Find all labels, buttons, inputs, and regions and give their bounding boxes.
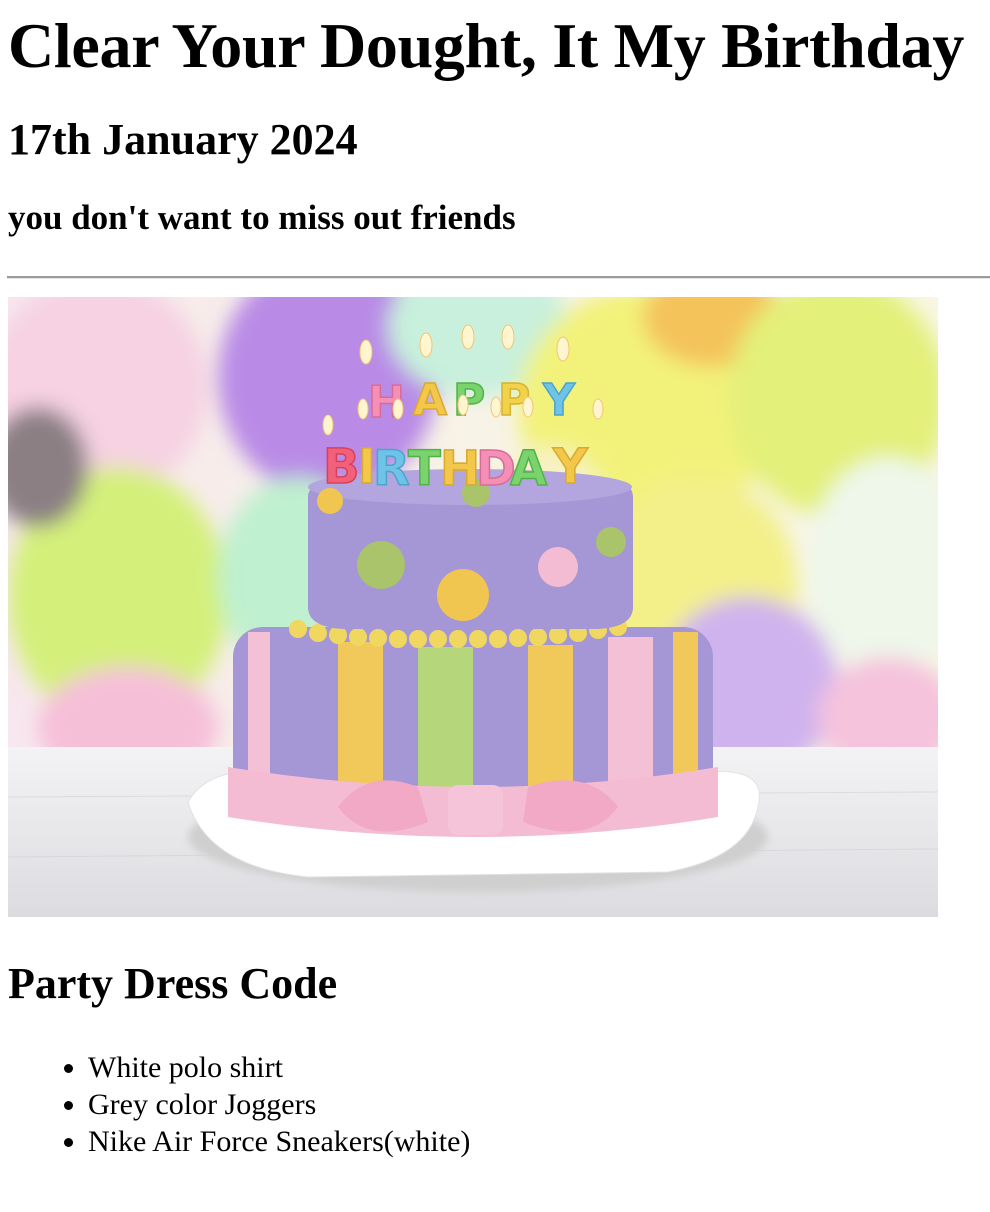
page: Clear Your Dought, It My Birthday 17th J… [0,0,990,1160]
cake-illustration: B I R T H D A Y H A P P Y [8,297,938,917]
svg-text:H: H [440,441,480,497]
svg-text:P: P [453,375,485,426]
birthday-cake-image: B I R T H D A Y H A P P Y [8,297,938,917]
dress-code-list: White polo shirt Grey color Joggers Nike… [8,1049,982,1160]
svg-text:A: A [413,375,447,426]
svg-text:B: B [323,439,360,495]
list-item: Grey color Joggers [88,1086,982,1123]
svg-text:T: T [408,441,441,497]
divider [7,276,990,279]
svg-text:Y: Y [552,439,589,495]
list-item: White polo shirt [88,1049,982,1086]
dress-code-heading: Party Dress Code [8,959,338,1008]
svg-text:R: R [373,441,410,497]
event-date: 17th January 2024 [8,115,358,164]
list-item: Nike Air Force Sneakers(white) [88,1123,982,1160]
page-title: Clear Your Dought, It My Birthday [8,10,965,81]
svg-text:Y: Y [542,375,576,426]
svg-text:A: A [510,441,547,497]
tagline: you don't want to miss out friends [8,198,516,237]
